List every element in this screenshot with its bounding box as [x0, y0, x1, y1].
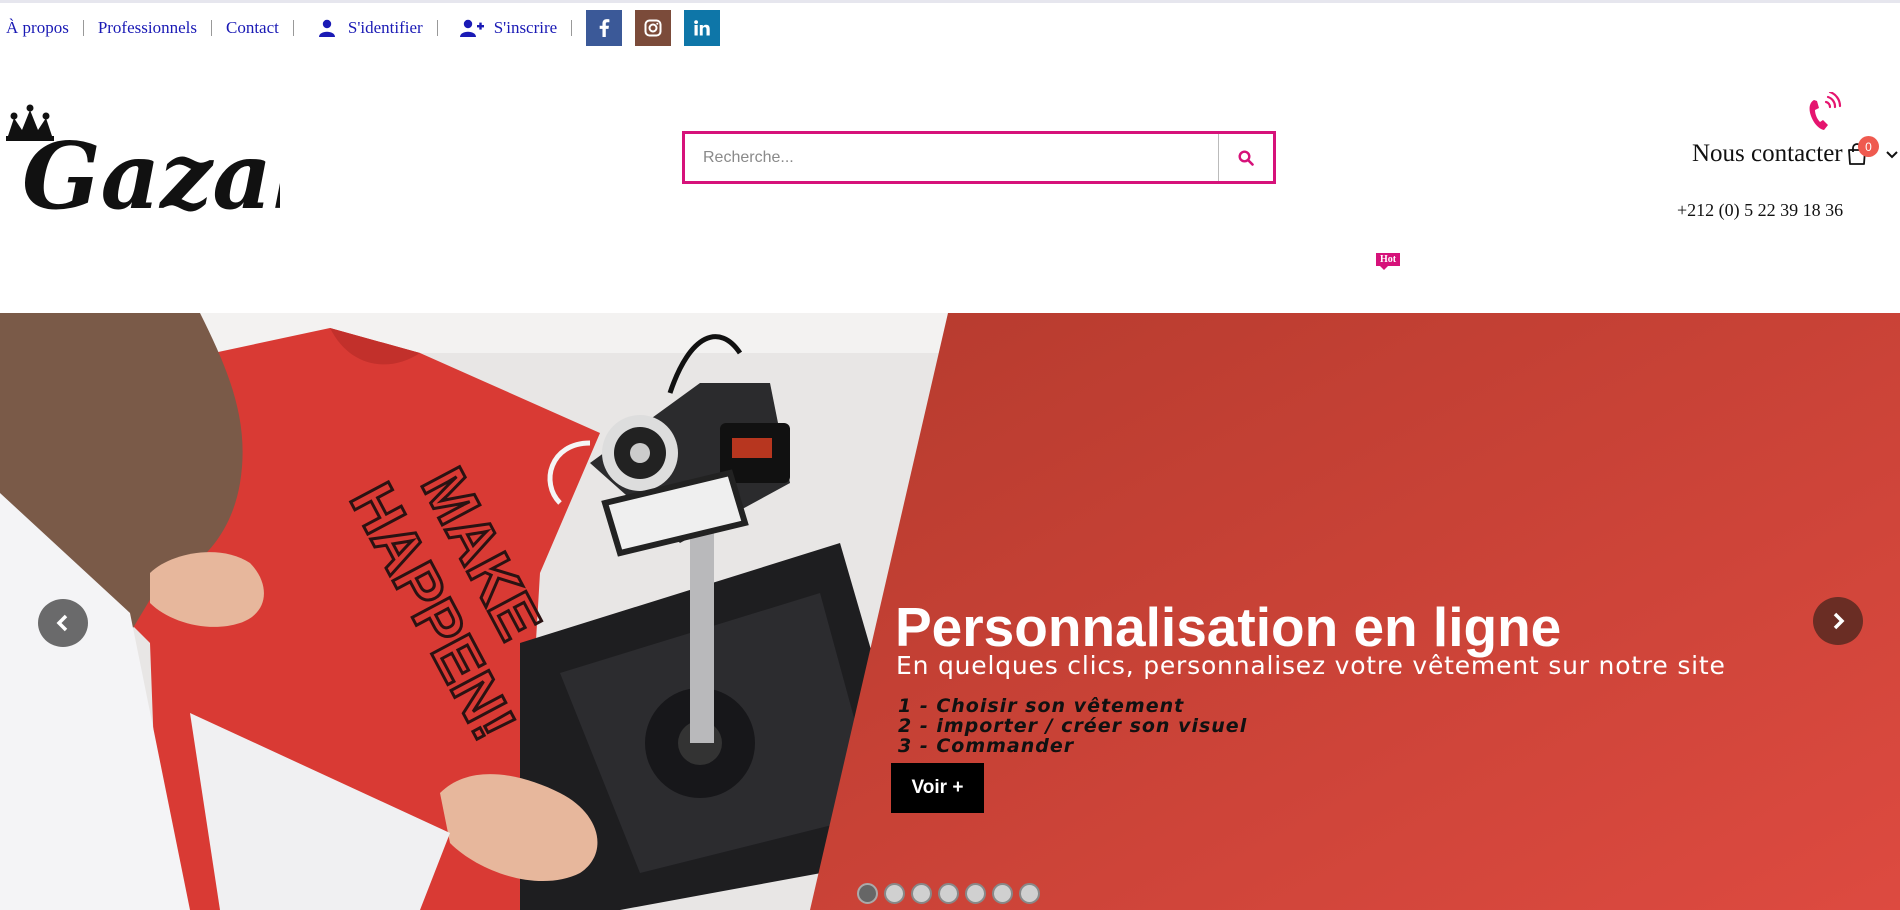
- hero-slider: MAKE HAPPEN! Personnalisation en ligne E…: [0, 313, 1900, 910]
- hero-title: Personnalisation en ligne: [895, 596, 1562, 658]
- linkedin-button[interactable]: [684, 10, 721, 46]
- facebook-icon: [599, 19, 610, 37]
- search-button[interactable]: [1218, 134, 1273, 181]
- register-label: S'inscrire: [493, 18, 558, 37]
- instagram-button[interactable]: [635, 10, 672, 46]
- phone-ringing-icon: [1806, 90, 1842, 134]
- slider-pagination: [857, 883, 1040, 904]
- slider-prev-button[interactable]: [38, 599, 88, 647]
- hot-badge: Hot: [1376, 253, 1401, 270]
- linkedin-icon: [694, 20, 710, 36]
- chevron-left-icon: [56, 614, 68, 632]
- search-input[interactable]: [685, 134, 1218, 181]
- top-bar: À propos Professionnels Contact S'identi…: [0, 8, 721, 48]
- phone-number: +212 (0) 5 22 39 18 36: [1677, 200, 1844, 220]
- facebook-button[interactable]: [586, 10, 623, 46]
- link-login[interactable]: S'identifier: [294, 17, 437, 39]
- contact-label[interactable]: Nous contacter: [1692, 140, 1843, 168]
- logo-text: Gazal: [22, 122, 280, 226]
- hero-step: 3 - Commander: [898, 735, 1075, 757]
- voir-plus-button[interactable]: Voir +: [891, 763, 984, 813]
- logo[interactable]: Gazal: [0, 86, 307, 230]
- user-plus-icon: [459, 19, 484, 37]
- link-register[interactable]: S'inscrire: [438, 17, 572, 39]
- separator: [571, 20, 573, 36]
- cart-count-badge: 0: [1858, 136, 1879, 157]
- user-icon: [318, 19, 338, 37]
- search-bar: [682, 131, 1276, 184]
- link-contact[interactable]: Contact: [212, 17, 293, 39]
- slider-dot[interactable]: [911, 883, 932, 904]
- link-about[interactable]: À propos: [0, 17, 83, 39]
- top-border: [0, 0, 1900, 3]
- slider-dot[interactable]: [857, 883, 878, 904]
- search-icon: [1238, 149, 1254, 166]
- chevron-down-icon[interactable]: [1884, 148, 1900, 162]
- chevron-right-icon: [1833, 612, 1845, 630]
- login-label: S'identifier: [347, 18, 423, 37]
- slider-next-button[interactable]: [1813, 597, 1863, 645]
- slider-dot[interactable]: [992, 883, 1013, 904]
- hero-subtitle: En quelques clics, personnalisez votre v…: [896, 651, 1726, 680]
- hero-step: 2 - importer / créer son visuel: [898, 715, 1248, 737]
- link-professionals[interactable]: Professionnels: [84, 17, 211, 39]
- slider-dot[interactable]: [884, 883, 905, 904]
- hero-step: 1 - Choisir son vêtement: [898, 695, 1185, 717]
- slider-dot[interactable]: [965, 883, 986, 904]
- instagram-icon: [644, 19, 662, 37]
- slider-dot[interactable]: [938, 883, 959, 904]
- hero-steps: 1 - Choisir son vêtement 2 - importer / …: [898, 696, 1247, 756]
- slider-dot[interactable]: [1019, 883, 1040, 904]
